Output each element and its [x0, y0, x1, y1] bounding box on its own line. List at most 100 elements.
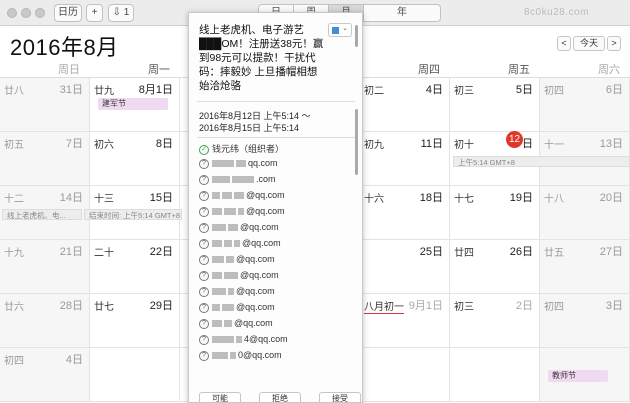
lunar-date: 十八 — [544, 194, 564, 205]
day-cell[interactable]: 初三 5日 — [450, 78, 540, 132]
minimize-window-button[interactable] — [21, 8, 31, 18]
lunar-date: 二十 — [94, 248, 114, 259]
holiday-event[interactable]: 建军节 — [98, 98, 168, 110]
multi-day-event-bar[interactable]: 上午5:14 GMT+8 — [453, 156, 630, 167]
attendee-row[interactable]: ? @qq.com — [199, 190, 285, 204]
weekday-fri: 周五 — [508, 64, 530, 76]
redacted-block — [212, 320, 222, 328]
lunar-date: 廿六 — [4, 302, 24, 313]
lunar-date: 廿五 — [544, 248, 564, 259]
calendars-button[interactable]: 日历 — [54, 4, 82, 22]
attendee-row[interactable]: ? @qq.com — [199, 270, 279, 284]
tab-year[interactable]: 年 — [363, 4, 441, 22]
redacted-block — [236, 336, 242, 344]
day-cell[interactable]: 廿七 29日 — [90, 294, 180, 348]
day-cell[interactable]: 廿九 8月1日 建军节 — [90, 78, 180, 132]
day-cell[interactable]: 初四 4日 — [0, 348, 90, 402]
redacted-block — [234, 192, 244, 200]
redacted-block — [212, 208, 222, 216]
add-event-button[interactable]: + — [86, 4, 103, 22]
day-cell[interactable]: 初五 7日 — [0, 132, 90, 186]
lunar-date: 初三 — [454, 302, 474, 313]
multi-day-event-bar[interactable]: 线上老虎机、电... — [2, 209, 82, 220]
day-cell[interactable]: 教师节 — [540, 348, 630, 402]
attendee-row[interactable]: ? @qq.com — [199, 286, 275, 300]
day-cell[interactable]: 25日 — [360, 240, 450, 294]
redacted-block — [224, 240, 232, 248]
month-start-marker — [364, 313, 404, 314]
event-popover: 线上老虎机、电子游艺 ███OM！注册送38元！赢到98元可以提款！干扰代码：摔… — [188, 12, 363, 403]
attendee-row[interactable]: ? 4@qq.com — [199, 334, 288, 348]
organizer-row[interactable]: ✓ 钱元纬（组织者） — [199, 142, 284, 156]
attendee-row[interactable]: ? @qq.com — [199, 302, 275, 316]
day-cell[interactable]: 初三 2日 — [450, 294, 540, 348]
popover-scrollbar[interactable] — [355, 109, 358, 175]
attendee-row[interactable]: ? @qq.com — [199, 318, 273, 332]
multi-day-event-end[interactable]: 结束时间: 上午5:14 GMT+8 — [84, 209, 182, 220]
day-number: 8日 — [155, 138, 173, 150]
accept-button[interactable]: 接受 — [319, 392, 361, 402]
day-cell[interactable]: 二十 22日 — [90, 240, 180, 294]
attendee-row[interactable]: ? @qq.com — [199, 222, 279, 236]
holiday-event[interactable]: 教师节 — [548, 370, 608, 382]
lunar-date: 廿八 — [4, 86, 24, 97]
day-cell[interactable]: 廿五 27日 — [540, 240, 630, 294]
attendee-email: @qq.com — [246, 190, 285, 200]
attendee-row[interactable]: ? qq.com — [199, 158, 278, 172]
redacted-block — [228, 288, 234, 296]
day-cell[interactable]: 初六 8日 — [90, 132, 180, 186]
divider — [197, 137, 355, 138]
title-scrollbar[interactable] — [355, 25, 358, 47]
close-window-button[interactable] — [7, 8, 17, 18]
attendee-row[interactable]: ? .com — [199, 174, 276, 188]
day-cell[interactable]: 初二 4日 — [360, 78, 450, 132]
day-cell[interactable] — [360, 348, 450, 402]
pending-status-icon: ? — [199, 334, 209, 345]
day-cell[interactable]: 廿八 31日 — [0, 78, 90, 132]
redacted-block — [222, 304, 234, 312]
attendee-email: @qq.com — [246, 206, 285, 216]
day-cell[interactable] — [90, 348, 180, 402]
maybe-button[interactable]: 可能 — [199, 392, 241, 402]
decline-button[interactable]: 拒绝 — [259, 392, 301, 402]
redacted-block — [224, 208, 236, 216]
attendee-row[interactable]: ? @qq.com — [199, 206, 285, 220]
day-cell[interactable]: 初九 11日 — [360, 132, 450, 186]
event-title[interactable]: 线上老虎机、电子游艺 ███OM！注册送38元！赢到98元可以提款！干扰代码：摔… — [199, 23, 327, 93]
day-cell[interactable]: 初四 3日 — [540, 294, 630, 348]
prev-month-button[interactable]: < — [557, 36, 571, 51]
today-button[interactable]: 今天 — [573, 36, 605, 51]
calendar-window: 日历 + ⇩ 1 日 周 月 年 8c0ku28.com 2016年8月 < 今… — [0, 0, 630, 403]
calendar-color-select[interactable]: ⌄ — [328, 23, 352, 37]
day-number: 5日 — [515, 84, 533, 96]
attendee-row[interactable]: ? @qq.com — [199, 238, 281, 252]
redacted-block — [224, 320, 232, 328]
next-month-button[interactable]: > — [607, 36, 621, 51]
day-number: 14日 — [59, 192, 83, 204]
day-cell[interactable]: 十九 21日 — [0, 240, 90, 294]
event-time-end[interactable]: 2016年8月15日 上午5:14 — [199, 121, 299, 134]
day-number: 20日 — [599, 192, 623, 204]
day-cell[interactable]: 十七 19日 — [450, 186, 540, 240]
redacted-block — [228, 224, 238, 232]
inbox-icon: ⇩ — [112, 7, 122, 18]
attendee-row[interactable]: ? 0@qq.com — [199, 350, 282, 364]
day-cell[interactable]: 廿六 28日 — [0, 294, 90, 348]
day-cell[interactable]: 廿四 26日 — [450, 240, 540, 294]
redacted-block — [222, 192, 232, 200]
lunar-date: 十一 — [544, 140, 564, 151]
day-number: 21日 — [59, 246, 83, 258]
lunar-date: 十七 — [454, 194, 474, 205]
day-cell[interactable]: 十六 18日 — [360, 186, 450, 240]
redacted-block — [232, 176, 254, 184]
today-badge: 12 — [506, 131, 523, 148]
day-cell[interactable] — [450, 348, 540, 402]
day-cell[interactable]: 十八 20日 — [540, 186, 630, 240]
day-number: 22日 — [149, 246, 173, 258]
lunar-date: 廿四 — [454, 248, 474, 259]
share-inbox-button[interactable]: ⇩ 1 — [108, 4, 134, 22]
attendee-row[interactable]: ? @qq.com — [199, 254, 275, 268]
day-cell[interactable]: 初四 6日 — [540, 78, 630, 132]
day-cell[interactable]: 八月初一 9月1日 — [360, 294, 450, 348]
zoom-window-button[interactable] — [35, 8, 45, 18]
